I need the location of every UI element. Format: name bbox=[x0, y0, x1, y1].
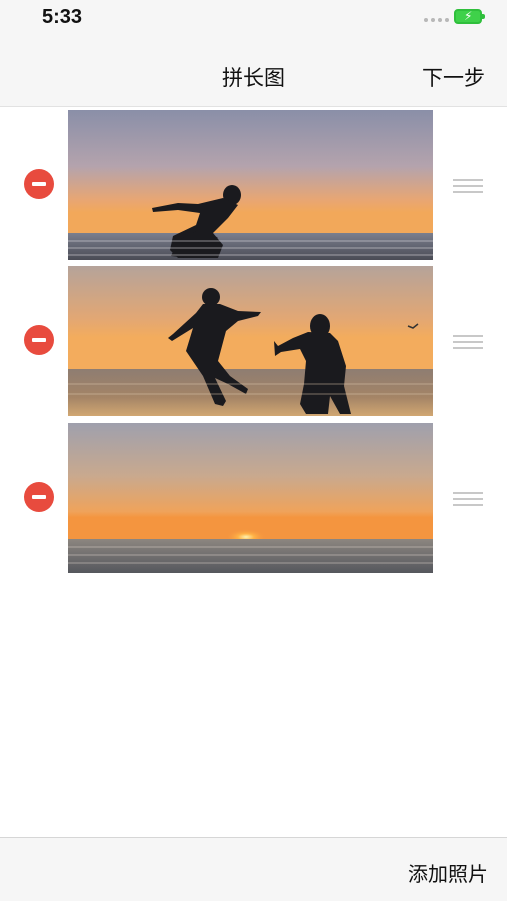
photo-row bbox=[0, 110, 507, 260]
delete-photo-button[interactable] bbox=[24, 325, 54, 355]
minus-icon bbox=[32, 495, 46, 499]
status-time: 5:33 bbox=[42, 6, 83, 28]
photo-thumbnail[interactable] bbox=[68, 110, 433, 260]
delete-photo-button[interactable] bbox=[24, 169, 54, 199]
next-step-button[interactable]: 下一步 bbox=[422, 62, 485, 92]
minus-icon bbox=[32, 338, 46, 342]
navigation-bar: 拼长图 下一步 bbox=[0, 44, 507, 107]
drag-handle-icon[interactable] bbox=[453, 492, 483, 506]
photo-row bbox=[0, 266, 507, 416]
drag-handle-icon[interactable] bbox=[453, 179, 483, 193]
drag-handle-icon[interactable] bbox=[453, 335, 483, 349]
bottom-toolbar: 添加照片 bbox=[0, 837, 507, 901]
photo-thumbnail[interactable] bbox=[68, 266, 433, 416]
add-photo-button[interactable]: 添加照片 bbox=[408, 858, 488, 887]
status-bar: 5:33 ⚡ bbox=[0, 0, 507, 44]
photo-thumbnail[interactable] bbox=[68, 423, 433, 573]
delete-photo-button[interactable] bbox=[24, 482, 54, 512]
photo-row bbox=[0, 423, 507, 573]
signal-icon bbox=[424, 18, 449, 22]
minus-icon bbox=[32, 182, 46, 186]
battery-charging-icon: ⚡ bbox=[454, 9, 485, 24]
